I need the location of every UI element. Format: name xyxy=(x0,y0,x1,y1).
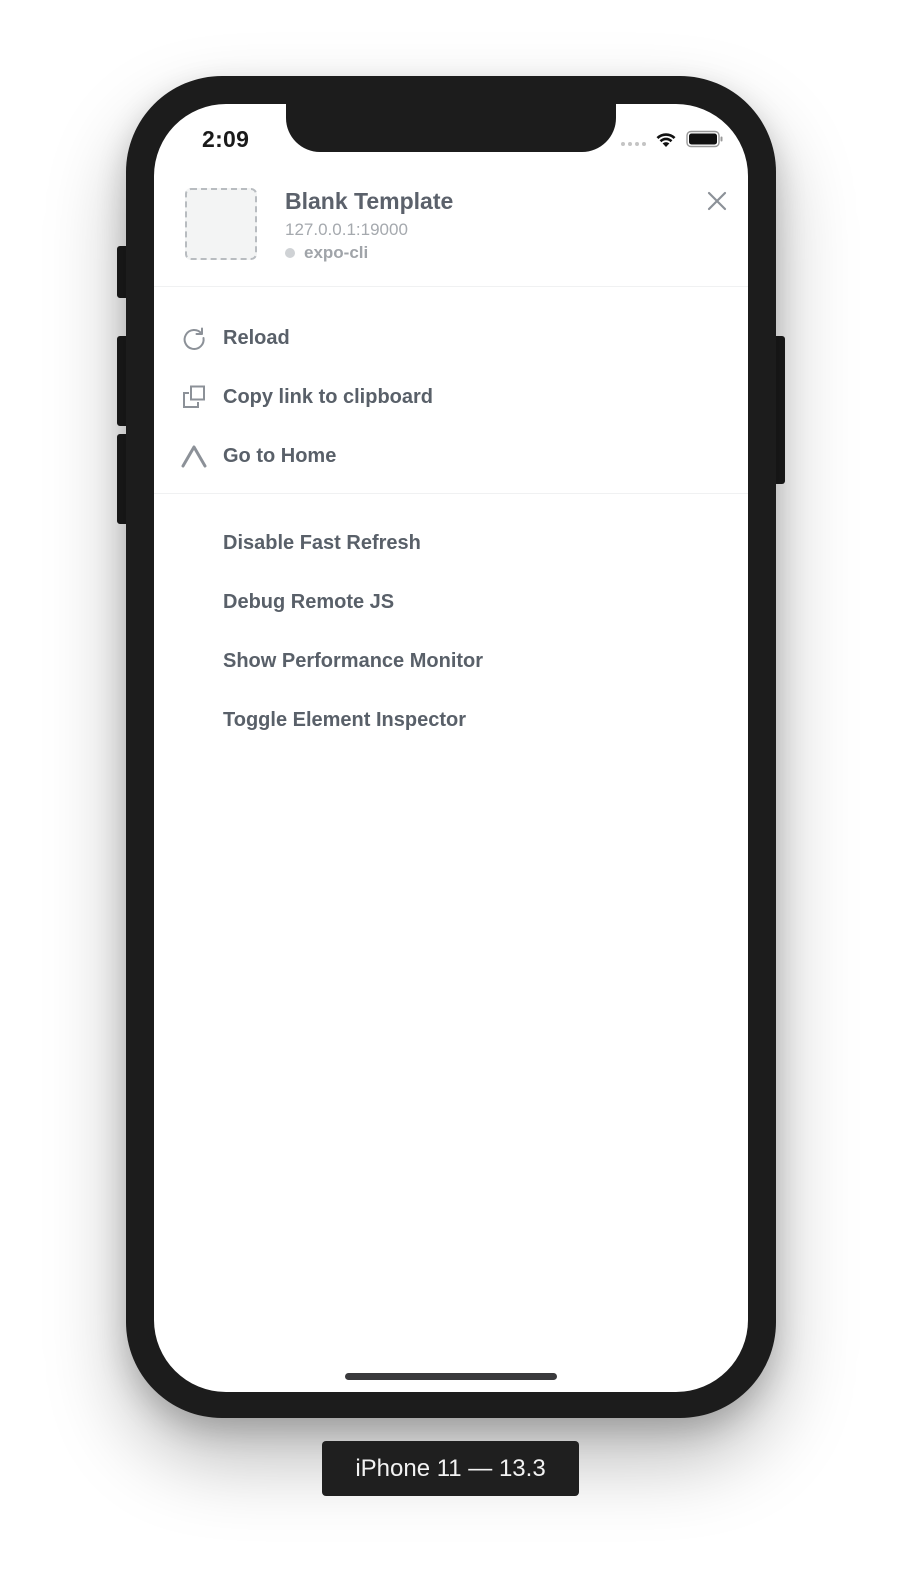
home-chevron-icon xyxy=(181,445,207,468)
battery-icon xyxy=(686,130,723,148)
phone-screen: 2:09 Blank Template 127.0.0.1:19000 expo… xyxy=(154,104,748,1392)
simulator-stage: 2:09 Blank Template 127.0.0.1:19000 expo… xyxy=(0,0,908,1578)
menu-item-label: Debug Remote JS xyxy=(223,591,395,613)
menu-item-reload[interactable]: Reload xyxy=(154,309,748,368)
menu-item-go-home[interactable]: Go to Home xyxy=(154,427,748,486)
menu-item-label: Go to Home xyxy=(223,445,337,467)
app-source: expo-cli xyxy=(285,243,368,263)
developer-menu: Disable Fast Refresh Debug Remote JS Sho… xyxy=(154,514,748,750)
source-status-dot xyxy=(285,248,295,258)
status-indicators xyxy=(621,130,724,148)
reload-icon xyxy=(183,327,205,350)
home-indicator[interactable] xyxy=(345,1373,557,1380)
menu-item-disable-fast-refresh[interactable]: Disable Fast Refresh xyxy=(154,514,748,573)
close-button[interactable] xyxy=(704,188,730,214)
copy-icon xyxy=(183,385,205,408)
menu-item-label: Copy link to clipboard xyxy=(223,386,434,408)
app-info-header: Blank Template 127.0.0.1:19000 expo-cli xyxy=(154,186,748,287)
cellular-signal-icon xyxy=(621,142,646,146)
menu-item-label: Toggle Element Inspector xyxy=(223,709,466,731)
menu-item-performance-monitor[interactable]: Show Performance Monitor xyxy=(154,632,748,691)
menu-item-debug-remote-js[interactable]: Debug Remote JS xyxy=(154,573,748,632)
menu-item-label: Reload xyxy=(223,327,290,349)
app-url: 127.0.0.1:19000 xyxy=(285,220,408,239)
device-label: iPhone 11 — 13.3 xyxy=(322,1441,579,1496)
app-icon-placeholder xyxy=(185,188,257,260)
close-icon xyxy=(707,191,727,211)
menu-item-element-inspector[interactable]: Toggle Element Inspector xyxy=(154,691,748,750)
app-source-label: expo-cli xyxy=(304,243,369,262)
notch xyxy=(286,104,616,152)
primary-menu: Reload Copy link to clipboard Go to Home xyxy=(154,309,748,494)
menu-item-label: Show Performance Monitor xyxy=(223,650,484,672)
menu-item-copy-link[interactable]: Copy link to clipboard xyxy=(154,368,748,427)
menu-item-label: Disable Fast Refresh xyxy=(223,532,421,554)
app-title: Blank Template xyxy=(285,188,454,214)
wifi-icon xyxy=(656,133,676,147)
status-time: 2:09 xyxy=(202,126,250,152)
